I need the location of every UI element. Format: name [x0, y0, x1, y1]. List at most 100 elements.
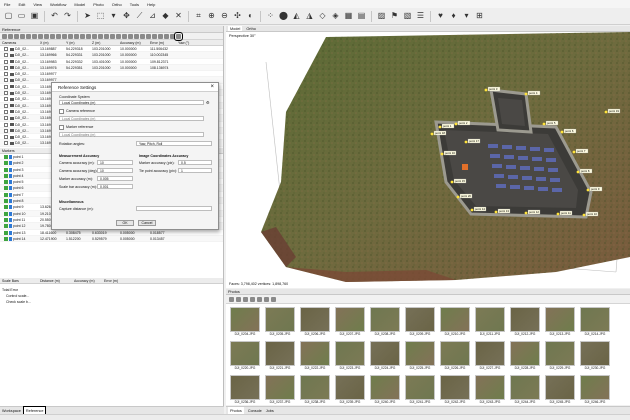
- camera-checkbox[interactable]: [4, 59, 8, 64]
- photo-thumbnail[interactable]: DJI_0227.JPG: [475, 341, 505, 371]
- tab-reference[interactable]: Reference: [22, 406, 47, 415]
- column-header[interactable]: Yaw (°): [176, 40, 198, 45]
- camera-checkbox[interactable]: [4, 53, 8, 58]
- zoom-in-icon[interactable]: ⊕: [206, 11, 217, 22]
- column-header[interactable]: Y (m): [64, 40, 90, 45]
- update-icon[interactable]: [56, 33, 61, 39]
- capture-distance-input[interactable]: [136, 206, 212, 211]
- show-trackball-icon[interactable]: ♦: [448, 11, 459, 22]
- marker-checkbox[interactable]: [4, 205, 8, 210]
- marker-checkbox[interactable]: [4, 161, 8, 166]
- optimize-icon[interactable]: [26, 33, 31, 39]
- scalebar-accuracy-input[interactable]: 0.001: [97, 184, 133, 189]
- column-header[interactable]: Error (m): [102, 278, 132, 283]
- show-aligned-cameras-icon[interactable]: ⊞: [474, 11, 485, 22]
- photo-thumbnail[interactable]: DJI_0206.JPG: [300, 307, 330, 337]
- redo-icon[interactable]: ↷: [62, 11, 73, 22]
- filter-icon[interactable]: [50, 33, 55, 39]
- photo-thumbnail[interactable]: DJI_0223.JPG: [335, 341, 365, 371]
- textured-model-icon[interactable]: ◈: [330, 11, 341, 22]
- camera-checkbox[interactable]: [4, 72, 8, 77]
- menu-workflow[interactable]: Workflow: [50, 2, 66, 7]
- marker-accuracy-input[interactable]: 0.005: [97, 176, 133, 181]
- column-header[interactable]: X (m): [38, 40, 64, 45]
- rotate-left-icon[interactable]: [236, 296, 241, 302]
- camera-checkbox[interactable]: [4, 65, 8, 70]
- marker-remove-icon[interactable]: [92, 33, 97, 39]
- show-markers-icon[interactable]: ⚑: [389, 11, 400, 22]
- marker-add-icon[interactable]: [86, 33, 91, 39]
- navigation-cursor-icon[interactable]: ➤: [82, 11, 93, 22]
- zoom-in-icon[interactable]: [250, 296, 255, 302]
- camera-align-icon[interactable]: [80, 33, 85, 39]
- camera-checkbox[interactable]: [4, 116, 8, 121]
- rotate-right-icon[interactable]: [243, 296, 248, 302]
- photo-thumbnail[interactable]: DJI_0228.JPG: [510, 341, 540, 371]
- marker-checkbox[interactable]: [4, 173, 8, 178]
- show-shapes-icon[interactable]: ▧: [402, 11, 413, 22]
- column-header[interactable]: Error (m): [148, 40, 176, 45]
- camera-checkbox[interactable]: [4, 141, 8, 146]
- tab-console[interactable]: Console: [248, 407, 262, 414]
- photo-thumbnail[interactable]: DJI_0238.JPG: [300, 375, 330, 405]
- photo-thumbnail[interactable]: DJI_0212.JPG: [510, 307, 540, 337]
- view-source-icon[interactable]: [32, 33, 37, 39]
- coord-system-browse-icon[interactable]: ⚙: [206, 100, 210, 105]
- photo-thumbnail[interactable]: DJI_0214.JPG: [580, 307, 610, 337]
- show-region-icon[interactable]: ☰: [415, 11, 426, 22]
- columns-icon[interactable]: [68, 33, 73, 39]
- photo-thumbnail[interactable]: DJI_0221.JPG: [265, 341, 295, 371]
- tab-jobs[interactable]: Jobs: [266, 407, 274, 414]
- move-icon[interactable]: [152, 33, 157, 39]
- camera-checkbox[interactable]: [4, 128, 8, 133]
- menu-view[interactable]: View: [33, 2, 42, 7]
- locate-icon[interactable]: [134, 33, 139, 39]
- model-viewport[interactable]: Perspective 30° point 1 point 2 point 3 …: [226, 32, 630, 288]
- view-estimated-icon[interactable]: [38, 33, 43, 39]
- scalebar-icon[interactable]: [98, 33, 103, 39]
- dense-cloud-icon[interactable]: ⬤: [278, 11, 289, 22]
- solid-model-icon[interactable]: ◮: [304, 11, 315, 22]
- ruler-icon[interactable]: ⊿: [147, 11, 158, 22]
- photo-thumbnail[interactable]: DJI_0209.JPG: [405, 307, 435, 337]
- menu-photo[interactable]: Photo: [93, 2, 103, 7]
- new-icon[interactable]: ▢: [3, 11, 14, 22]
- zoom-out-icon[interactable]: [257, 296, 262, 302]
- pin-icon[interactable]: [140, 33, 145, 39]
- grid-icon[interactable]: [158, 33, 163, 39]
- photo-thumbnail[interactable]: DJI_0236.JPG: [230, 375, 260, 405]
- photo-thumbnail[interactable]: DJI_0246.JPG: [580, 375, 610, 405]
- marker-px-input[interactable]: 0.5: [178, 160, 212, 165]
- draw-polyline-icon[interactable]: ⟋: [134, 11, 145, 22]
- import-icon[interactable]: [2, 33, 7, 39]
- photo-thumbnail[interactable]: DJI_0225.JPG: [405, 341, 435, 371]
- rotation-angles-select[interactable]: Yaw, Pitch, Roll: [136, 141, 212, 146]
- menu-help[interactable]: Help: [147, 2, 155, 7]
- marker-checkbox[interactable]: [4, 192, 8, 197]
- camera-checkbox[interactable]: [4, 103, 8, 108]
- camera-checkbox[interactable]: [4, 78, 8, 83]
- delete-selection-icon[interactable]: ✕: [173, 11, 184, 22]
- photo-thumbnail[interactable]: DJI_0240.JPG: [370, 375, 400, 405]
- tab-photos[interactable]: Photos: [228, 407, 244, 414]
- camera-reference-select[interactable]: Local Coordinates (m): [59, 116, 204, 121]
- undo-icon[interactable]: ↶: [49, 11, 60, 22]
- menu-model[interactable]: Model: [74, 2, 85, 7]
- rectangle-selection-icon[interactable]: ⬚: [95, 11, 106, 22]
- camera-accuracy-deg-input[interactable]: 10: [97, 168, 133, 173]
- photo-thumbnail[interactable]: DJI_0224.JPG: [370, 341, 400, 371]
- menu-ortho[interactable]: Ortho: [112, 2, 122, 7]
- column-header[interactable]: Accuracy (m): [118, 40, 148, 45]
- camera-accuracy-m-input[interactable]: 10: [97, 160, 133, 165]
- tiled-model-icon[interactable]: ▦: [343, 11, 354, 22]
- photo-thumbnail[interactable]: DJI_0220.JPG: [230, 341, 260, 371]
- tab-workspace[interactable]: Workspace: [2, 407, 21, 414]
- camera-checkbox[interactable]: [4, 97, 8, 102]
- menu-tools[interactable]: Tools: [130, 2, 139, 7]
- reset-view-icon[interactable]: [264, 296, 269, 302]
- crop-icon[interactable]: ⌗: [193, 11, 204, 22]
- photo-thumbnail[interactable]: DJI_0244.JPG: [510, 375, 540, 405]
- tie-point-input[interactable]: 1: [178, 168, 212, 173]
- column-header[interactable]: Accuracy (m): [72, 278, 102, 283]
- camera-checkbox[interactable]: [4, 135, 8, 140]
